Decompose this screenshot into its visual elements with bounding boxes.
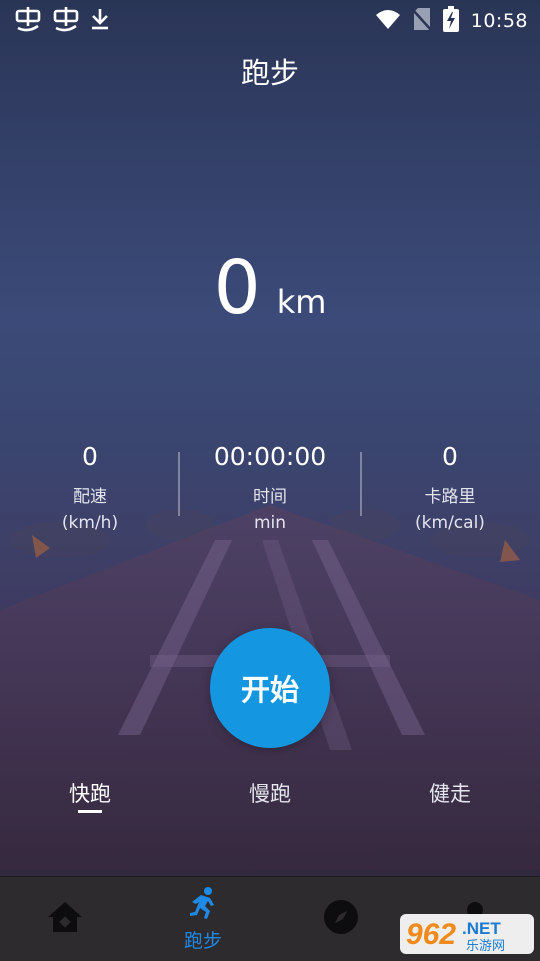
page-title: 跑步 — [240, 56, 299, 90]
distance-unit: km — [276, 283, 327, 321]
distance-display: 0 km — [0, 245, 540, 331]
stats-row: 0 配速 (km/h) 00:00:00 时间 min 0 卡路里 (km/ca… — [0, 440, 540, 540]
svg-text:.NET: .NET — [462, 919, 501, 938]
app-notification-icon — [52, 6, 80, 36]
tab-walk-label: 健走 — [429, 782, 471, 806]
stat-divider — [360, 452, 362, 516]
stat-divider — [178, 452, 180, 516]
wifi-icon — [375, 8, 401, 34]
stat-pace-value: 0 — [82, 442, 98, 471]
stat-calories-value: 0 — [442, 442, 458, 471]
stat-time-unit: min — [253, 513, 287, 533]
app-notification-icon — [14, 6, 42, 36]
runner-icon — [186, 886, 220, 924]
nav-home[interactable] — [20, 877, 110, 961]
active-tab-indicator — [78, 810, 102, 813]
status-bar: 10:58 — [0, 0, 540, 40]
start-button[interactable]: 开始 — [210, 628, 330, 748]
home-icon — [46, 900, 84, 938]
stat-calories: 0 卡路里 (km/cal) — [360, 440, 540, 536]
compass-icon — [323, 899, 359, 939]
stat-time-label: 时间 — [253, 487, 287, 507]
tab-fast-run[interactable]: 快跑 — [0, 778, 180, 813]
download-icon — [90, 7, 110, 35]
nav-run[interactable]: 跑步 — [158, 877, 248, 961]
watermark-logo: 962 .NET 乐游网 — [400, 914, 534, 954]
svg-text:乐游网: 乐游网 — [466, 939, 505, 954]
no-sim-icon — [411, 7, 432, 35]
svg-text:962: 962 — [406, 918, 456, 951]
distance-value: 0 — [213, 245, 261, 331]
status-time: 10:58 — [470, 10, 528, 32]
mode-tabs: 快跑 慢跑 健走 — [0, 778, 540, 818]
stat-calories-label: 卡路里 — [424, 487, 476, 507]
stat-pace-label: 配速 — [73, 487, 107, 507]
nav-run-label: 跑步 — [183, 929, 222, 952]
stat-time-value: 00:00:00 — [213, 442, 327, 471]
stat-pace-unit: (km/h) — [61, 513, 119, 533]
tab-jog[interactable]: 慢跑 — [180, 778, 360, 808]
stat-calories-unit: (km/cal) — [415, 513, 485, 533]
stat-pace: 0 配速 (km/h) — [0, 440, 180, 536]
tab-walk[interactable]: 健走 — [360, 778, 540, 808]
stat-time: 00:00:00 时间 min — [180, 440, 360, 536]
nav-discover[interactable] — [296, 877, 386, 961]
battery-charging-icon — [442, 6, 459, 36]
tab-jog-label: 慢跑 — [249, 782, 291, 806]
tab-fast-run-label: 快跑 — [69, 782, 111, 806]
